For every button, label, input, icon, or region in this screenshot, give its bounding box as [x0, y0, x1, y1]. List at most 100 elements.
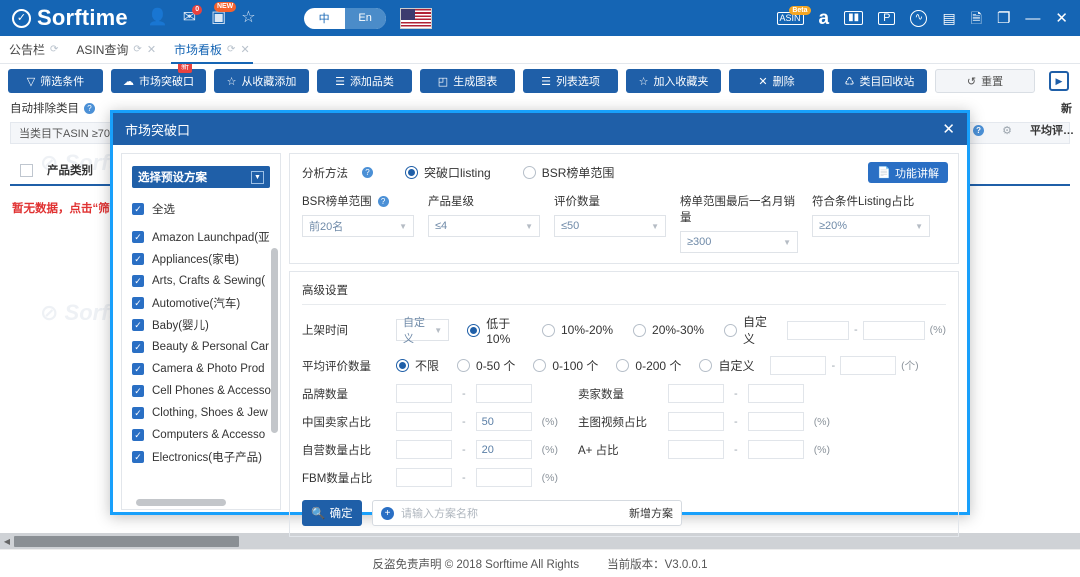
bsr-range-select[interactable]: 前20名 ▼ [302, 215, 414, 237]
fbm-min-input[interactable] [396, 468, 452, 487]
shelf-time-select[interactable]: 自定义 ▼ [396, 317, 450, 345]
add-to-favorites-button[interactable]: ☆ 加入收藏夹 [626, 69, 721, 93]
list-item[interactable]: ✓ Appliances(家电) [132, 248, 280, 270]
seller-count-max-input[interactable] [747, 384, 804, 403]
checkbox-checked-icon[interactable]: ✓ [132, 275, 144, 287]
help-icon[interactable]: ? [362, 167, 373, 178]
category-list[interactable]: ✓ 全选 ✓ Amazon Launchpad(亚 ✓ Appliances(家电)… [122, 198, 280, 509]
confirm-button[interactable]: 🔍 确定 [302, 500, 362, 526]
radio-breakthrough-listing[interactable]: 突破口listing [405, 164, 491, 181]
checkbox-checked-icon[interactable]: ✓ [132, 341, 144, 353]
list-item[interactable]: ✓ Electronics(电子产品) [132, 446, 280, 468]
lang-cn-option[interactable]: 中 [304, 8, 345, 29]
avg-opt-4[interactable]: 自定义 [699, 357, 754, 374]
add-category-button[interactable]: ☰ 添加品类 [317, 69, 412, 93]
shelf-opt-3[interactable]: 自定义 [724, 313, 769, 347]
shelf-time-max-input[interactable] [862, 320, 925, 340]
shelf-opt-2[interactable]: 20%-30% [633, 323, 704, 337]
aplus-min-input[interactable] [668, 440, 725, 459]
list-item[interactable]: ✓ Beauty & Personal Car [132, 336, 280, 358]
help-icon[interactable]: ? [973, 124, 985, 136]
main-video-max-input[interactable] [747, 412, 804, 431]
list-item[interactable]: ✓ Baby(婴儿) [132, 314, 280, 336]
asin-search-icon[interactable]: ASIN Beta [776, 5, 811, 25]
video-tutorial-icon[interactable]: ▶ [1049, 71, 1069, 91]
help-icon[interactable]: ? [377, 195, 389, 207]
checkbox-checked-icon[interactable]: ✓ [132, 319, 144, 331]
list-options-button[interactable]: ☰ 列表选项 [523, 69, 618, 93]
gear-icon[interactable]: ⚙ [1002, 124, 1012, 137]
select-all-checkbox[interactable] [20, 163, 33, 177]
restore-button[interactable]: ❐ [997, 9, 1010, 27]
close-button[interactable]: ✕ [1055, 9, 1068, 27]
avg-opt-1[interactable]: 0-50 个 [457, 357, 515, 374]
fbm-max-input[interactable] [475, 468, 532, 487]
scheme-name-input[interactable]: 请输入方案名称 [401, 505, 622, 521]
list-item[interactable]: ✓ Arts, Crafts & Sewing( [132, 270, 280, 292]
avg-reviews-max-input[interactable] [840, 356, 897, 375]
category-recycle-bin-button[interactable]: ♺ 类目回收站 [832, 69, 927, 93]
video-icon[interactable]: ▣ NEW [211, 2, 237, 26]
radio-bsr-range[interactable]: BSR榜单范围 [522, 164, 614, 181]
checkbox-checked-icon[interactable]: ✓ [132, 451, 144, 463]
plus-icon[interactable]: + [381, 506, 394, 520]
avg-opt-2[interactable]: 0-100 个 [533, 357, 598, 374]
self-operated-max-input[interactable]: 20 [475, 440, 532, 459]
checkbox-checked-icon[interactable]: ✓ [132, 385, 144, 397]
cn-seller-min-input[interactable] [396, 412, 452, 431]
refresh-icon[interactable]: ⟳ [133, 44, 141, 55]
category-select-all[interactable]: ✓ 全选 [132, 198, 280, 220]
help-icon[interactable]: ? [84, 102, 95, 114]
close-icon[interactable]: ✕ [147, 43, 156, 56]
mail-icon[interactable]: ✉ 0 [183, 5, 203, 26]
delete-button[interactable]: ✕ 删除 [729, 69, 824, 93]
language-toggle[interactable]: 中 En [303, 7, 386, 29]
seller-count-min-input[interactable] [668, 384, 725, 403]
shelf-opt-1[interactable]: 10%-20% [541, 323, 613, 337]
list-item[interactable]: ✓ Cell Phones & Accesso [132, 380, 280, 402]
tab-market-board[interactable]: 市场看板 ⟳ ✕ [165, 36, 259, 64]
pulse-icon[interactable]: ∿ [910, 9, 928, 27]
market-breakthrough-button[interactable]: ☁ 市场突破口 新 [111, 62, 206, 93]
scrollbar-thumb[interactable] [14, 535, 239, 547]
list-item[interactable]: ✓ Camera & Photo Prod [132, 358, 280, 380]
generate-chart-button[interactable]: ◰ 生成图表 [420, 69, 515, 93]
chart-icon[interactable]: ▮▮ [844, 11, 864, 25]
shelf-time-min-input[interactable] [787, 320, 849, 340]
new-scheme-field[interactable]: + 请输入方案名称 新增方案 [372, 500, 682, 526]
list-item[interactable]: ✓ Amazon Launchpad(亚 [132, 226, 280, 248]
user-icon[interactable]: 👤 [148, 10, 168, 26]
reset-button[interactable]: ↺ 重置 [935, 69, 1035, 93]
vertical-scrollbar[interactable] [271, 248, 278, 433]
add-from-favorites-button[interactable]: ☆ 从收藏添加 [214, 69, 309, 93]
main-video-min-input[interactable] [668, 412, 725, 431]
close-icon[interactable]: ✕ [240, 43, 249, 56]
aplus-max-input[interactable] [747, 440, 804, 459]
refresh-icon[interactable]: ⟳ [50, 44, 58, 55]
feature-help-button[interactable]: 📄 功能讲解 [868, 162, 948, 183]
checkbox-checked-icon[interactable]: ✓ [132, 429, 144, 441]
filter-conditions-button[interactable]: ▽ 筛选条件 [8, 69, 103, 93]
self-operated-min-input[interactable] [396, 440, 452, 459]
grid-icon[interactable]: ▤ [942, 11, 955, 25]
avg-opt-0[interactable]: 不限 [396, 357, 439, 374]
list-item[interactable]: ✓ Automotive(汽车) [132, 292, 280, 314]
preset-scheme-dropdown[interactable]: 选择预设方案 ▼ [132, 166, 270, 188]
minimize-button[interactable]: — [1025, 10, 1040, 27]
amazon-icon[interactable]: a [819, 9, 830, 28]
dialog-close-icon[interactable]: ✕ [942, 120, 955, 138]
scroll-left-icon[interactable]: ◀ [0, 537, 14, 546]
list-item[interactable]: ✓ Computers & Accesso [132, 424, 280, 446]
list-item[interactable]: ✓ Clothing, Shoes & Jew [132, 402, 280, 424]
shelf-opt-0[interactable]: 低于10% [467, 315, 522, 346]
avg-reviews-min-input[interactable] [770, 356, 827, 375]
p-tool-icon[interactable]: P [878, 11, 896, 25]
checkbox-checked-icon[interactable]: ✓ [132, 297, 144, 309]
avg-opt-3[interactable]: 0-200 个 [616, 357, 681, 374]
listing-share-select[interactable]: ≥20% ▼ [812, 215, 930, 237]
checkbox-checked-icon[interactable]: ✓ [132, 363, 144, 375]
tab-announcements[interactable]: 公告栏 ⟳ [0, 36, 67, 64]
cn-seller-max-input[interactable]: 50 [475, 412, 532, 431]
product-rating-select[interactable]: ≤4 ▼ [428, 215, 540, 237]
horizontal-scrollbar[interactable] [136, 499, 226, 506]
